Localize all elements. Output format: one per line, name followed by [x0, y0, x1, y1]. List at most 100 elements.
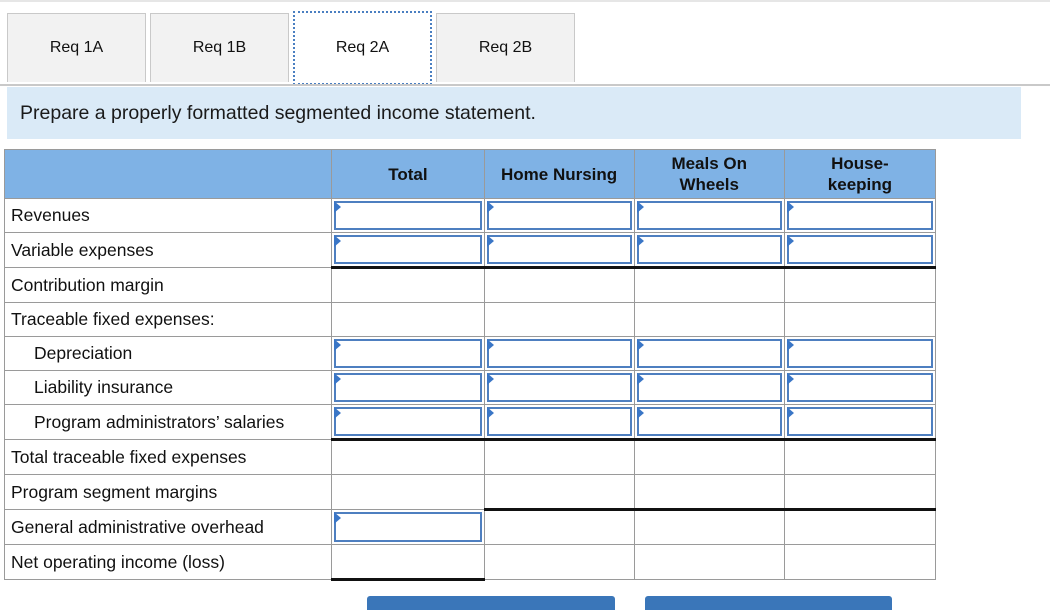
- program-admin-salaries-home-nursing-input[interactable]: [486, 407, 632, 436]
- cell-blank: [783, 302, 937, 337]
- variable-expenses-home-nursing-input[interactable]: [486, 235, 632, 264]
- variable-expenses-housekeeping-input[interactable]: [786, 235, 933, 264]
- table-row: Revenues: [3, 198, 937, 233]
- cell-ttfe-total: [331, 439, 485, 475]
- liability-insurance-meals-input[interactable]: [636, 373, 782, 402]
- row-label-program-admin-salaries: Program administrators’ salaries: [3, 404, 333, 440]
- header-label-col: [3, 149, 333, 199]
- table-row: Contribution margin: [3, 267, 937, 303]
- table-row: Total traceable fixed expenses: [3, 439, 937, 475]
- cell-variable-meals: [633, 232, 785, 269]
- table-row: Net operating income (loss): [3, 544, 937, 581]
- cell-blank: [783, 544, 937, 580]
- revenues-housekeeping-input[interactable]: [786, 201, 933, 230]
- depreciation-meals-input[interactable]: [636, 339, 782, 368]
- cell-overhead-total: [331, 509, 485, 545]
- cell-liability-housekeeping: [783, 370, 937, 405]
- cell-depreciation-housekeeping: [783, 336, 937, 371]
- cell-salaries-home-nursing: [483, 404, 635, 441]
- table-row: Program administrators’ salaries: [3, 404, 937, 441]
- table-row: Liability insurance: [3, 370, 937, 405]
- cell-psm-total: [331, 474, 485, 510]
- cell-revenues-housekeeping: [783, 198, 937, 233]
- cell-depreciation-total: [331, 336, 485, 371]
- cell-cm-housekeeping: [783, 267, 937, 303]
- revenues-total-input[interactable]: [334, 201, 482, 230]
- top-divider: [0, 0, 1050, 2]
- cell-cm-meals: [633, 267, 785, 303]
- liability-insurance-total-input[interactable]: [334, 373, 482, 402]
- row-label-depreciation: Depreciation: [3, 336, 333, 371]
- row-label-contribution-margin: Contribution margin: [3, 267, 333, 303]
- revenues-home-nursing-input[interactable]: [486, 201, 632, 230]
- header-housekeeping: House-keeping: [783, 149, 937, 199]
- table-row: Depreciation: [3, 336, 937, 371]
- tab-req-2a[interactable]: Req 2A: [293, 11, 432, 85]
- row-label-liability-insurance: Liability insurance: [3, 370, 333, 405]
- cell-depreciation-meals: [633, 336, 785, 371]
- cell-variable-home-nursing: [483, 232, 635, 269]
- program-admin-salaries-housekeeping-input[interactable]: [786, 407, 933, 436]
- segmented-income-statement: Total Home Nursing Meals On Wheels House…: [3, 149, 937, 581]
- tab-req-1b[interactable]: Req 1B: [150, 13, 289, 82]
- depreciation-total-input[interactable]: [334, 339, 482, 368]
- cell-liability-meals: [633, 370, 785, 405]
- cell-liability-home-nursing: [483, 370, 635, 405]
- cell-liability-total: [331, 370, 485, 405]
- cell-blank: [783, 509, 937, 545]
- row-label-traceable-fixed: Traceable fixed expenses:: [3, 302, 333, 337]
- liability-insurance-home-nursing-input[interactable]: [486, 373, 632, 402]
- row-label-total-traceable-fixed: Total traceable fixed expenses: [3, 439, 333, 475]
- cell-revenues-total: [331, 198, 485, 233]
- cell-cm-home-nursing: [483, 267, 635, 303]
- cell-psm-home-nursing: [483, 474, 635, 511]
- cell-ttfe-housekeeping: [783, 439, 937, 475]
- cell-variable-total: [331, 232, 485, 269]
- cell-blank: [633, 544, 785, 580]
- cell-salaries-total: [331, 404, 485, 441]
- revenues-meals-input[interactable]: [636, 201, 782, 230]
- cell-psm-meals: [633, 474, 785, 511]
- header-housekeeping-text: House-keeping: [827, 154, 893, 194]
- instruction-text: Prepare a properly formatted segmented i…: [7, 87, 1021, 139]
- depreciation-home-nursing-input[interactable]: [486, 339, 632, 368]
- row-label-program-segment-margins: Program segment margins: [3, 474, 333, 510]
- cell-variable-housekeeping: [783, 232, 937, 269]
- prev-requirement-button[interactable]: [367, 596, 615, 610]
- tab-req-1a[interactable]: Req 1A: [7, 13, 146, 82]
- cell-blank: [483, 302, 635, 337]
- cell-revenues-home-nursing: [483, 198, 635, 233]
- header-total: Total: [331, 149, 485, 199]
- cell-salaries-housekeeping: [783, 404, 937, 441]
- header-row: Total Home Nursing Meals On Wheels House…: [3, 149, 937, 199]
- table-row: Variable expenses: [3, 232, 937, 269]
- cell-ttfe-home-nursing: [483, 439, 635, 475]
- cell-cm-total: [331, 267, 485, 303]
- program-admin-salaries-meals-input[interactable]: [636, 407, 782, 436]
- tab-divider: [0, 84, 1050, 86]
- cell-depreciation-home-nursing: [483, 336, 635, 371]
- header-home-nursing: Home Nursing: [483, 149, 635, 199]
- liability-insurance-housekeeping-input[interactable]: [786, 373, 933, 402]
- table-row: Program segment margins: [3, 474, 937, 511]
- cell-blank: [483, 509, 635, 545]
- general-admin-overhead-total-input[interactable]: [334, 512, 482, 542]
- row-label-variable-expenses: Variable expenses: [3, 232, 333, 268]
- table-row: Traceable fixed expenses:: [3, 302, 937, 337]
- cell-blank: [331, 302, 485, 337]
- row-label-net-operating-income: Net operating income (loss): [3, 544, 333, 580]
- variable-expenses-meals-input[interactable]: [636, 235, 782, 264]
- depreciation-housekeeping-input[interactable]: [786, 339, 933, 368]
- row-label-general-admin-overhead: General administrative overhead: [3, 509, 333, 545]
- cell-psm-housekeeping: [783, 474, 937, 511]
- program-admin-salaries-total-input[interactable]: [334, 407, 482, 436]
- tab-req-2b[interactable]: Req 2B: [436, 13, 575, 82]
- next-requirement-button[interactable]: [645, 596, 892, 610]
- cell-salaries-meals: [633, 404, 785, 441]
- variable-expenses-total-input[interactable]: [334, 235, 482, 264]
- row-label-revenues: Revenues: [3, 198, 333, 233]
- cell-blank: [633, 509, 785, 545]
- cell-blank: [633, 302, 785, 337]
- header-meals-on-wheels-text: Meals On Wheels: [671, 154, 748, 194]
- cell-noi-total: [331, 544, 485, 581]
